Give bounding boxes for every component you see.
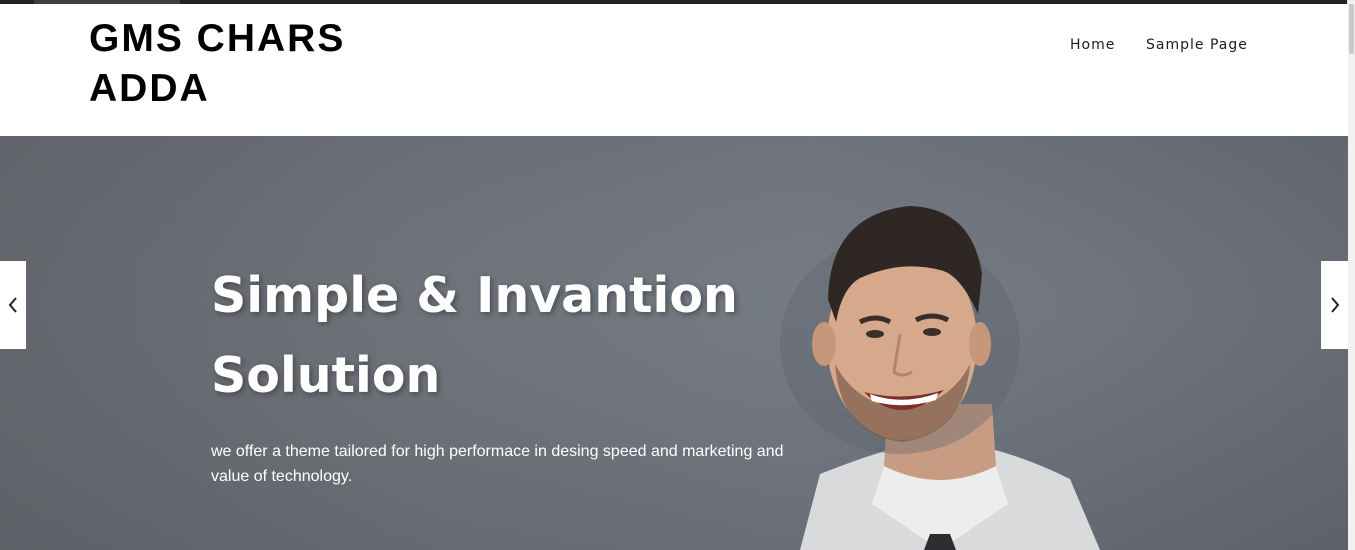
site-title[interactable]: GMS CHARS ADDA <box>89 14 389 114</box>
page-scrollbar[interactable] <box>1347 0 1355 550</box>
chevron-left-icon <box>8 297 17 313</box>
nav-item-home[interactable]: Home <box>1070 37 1115 53</box>
hero-person-image <box>780 206 1100 550</box>
slider-next-button[interactable] <box>1321 261 1348 349</box>
hero-title: Simple & Invantion Solution <box>211 256 771 416</box>
hero-description: we offer a theme tailored for high perfo… <box>211 443 784 485</box>
scrollbar-thumb[interactable] <box>1349 4 1354 54</box>
site-header: GMS CHARS ADDA Home Sample Page <box>0 4 1348 136</box>
slider-prev-button[interactable] <box>0 261 26 349</box>
hero-slider: Simple & Invantion Solution we offer a t… <box>0 136 1348 550</box>
hero-title-line-1: Simple & Invantion <box>211 267 738 324</box>
nav-item-sample-page[interactable]: Sample Page <box>1146 37 1248 53</box>
chevron-right-icon <box>1330 297 1339 313</box>
hero-title-line-2: Solution <box>211 347 441 404</box>
